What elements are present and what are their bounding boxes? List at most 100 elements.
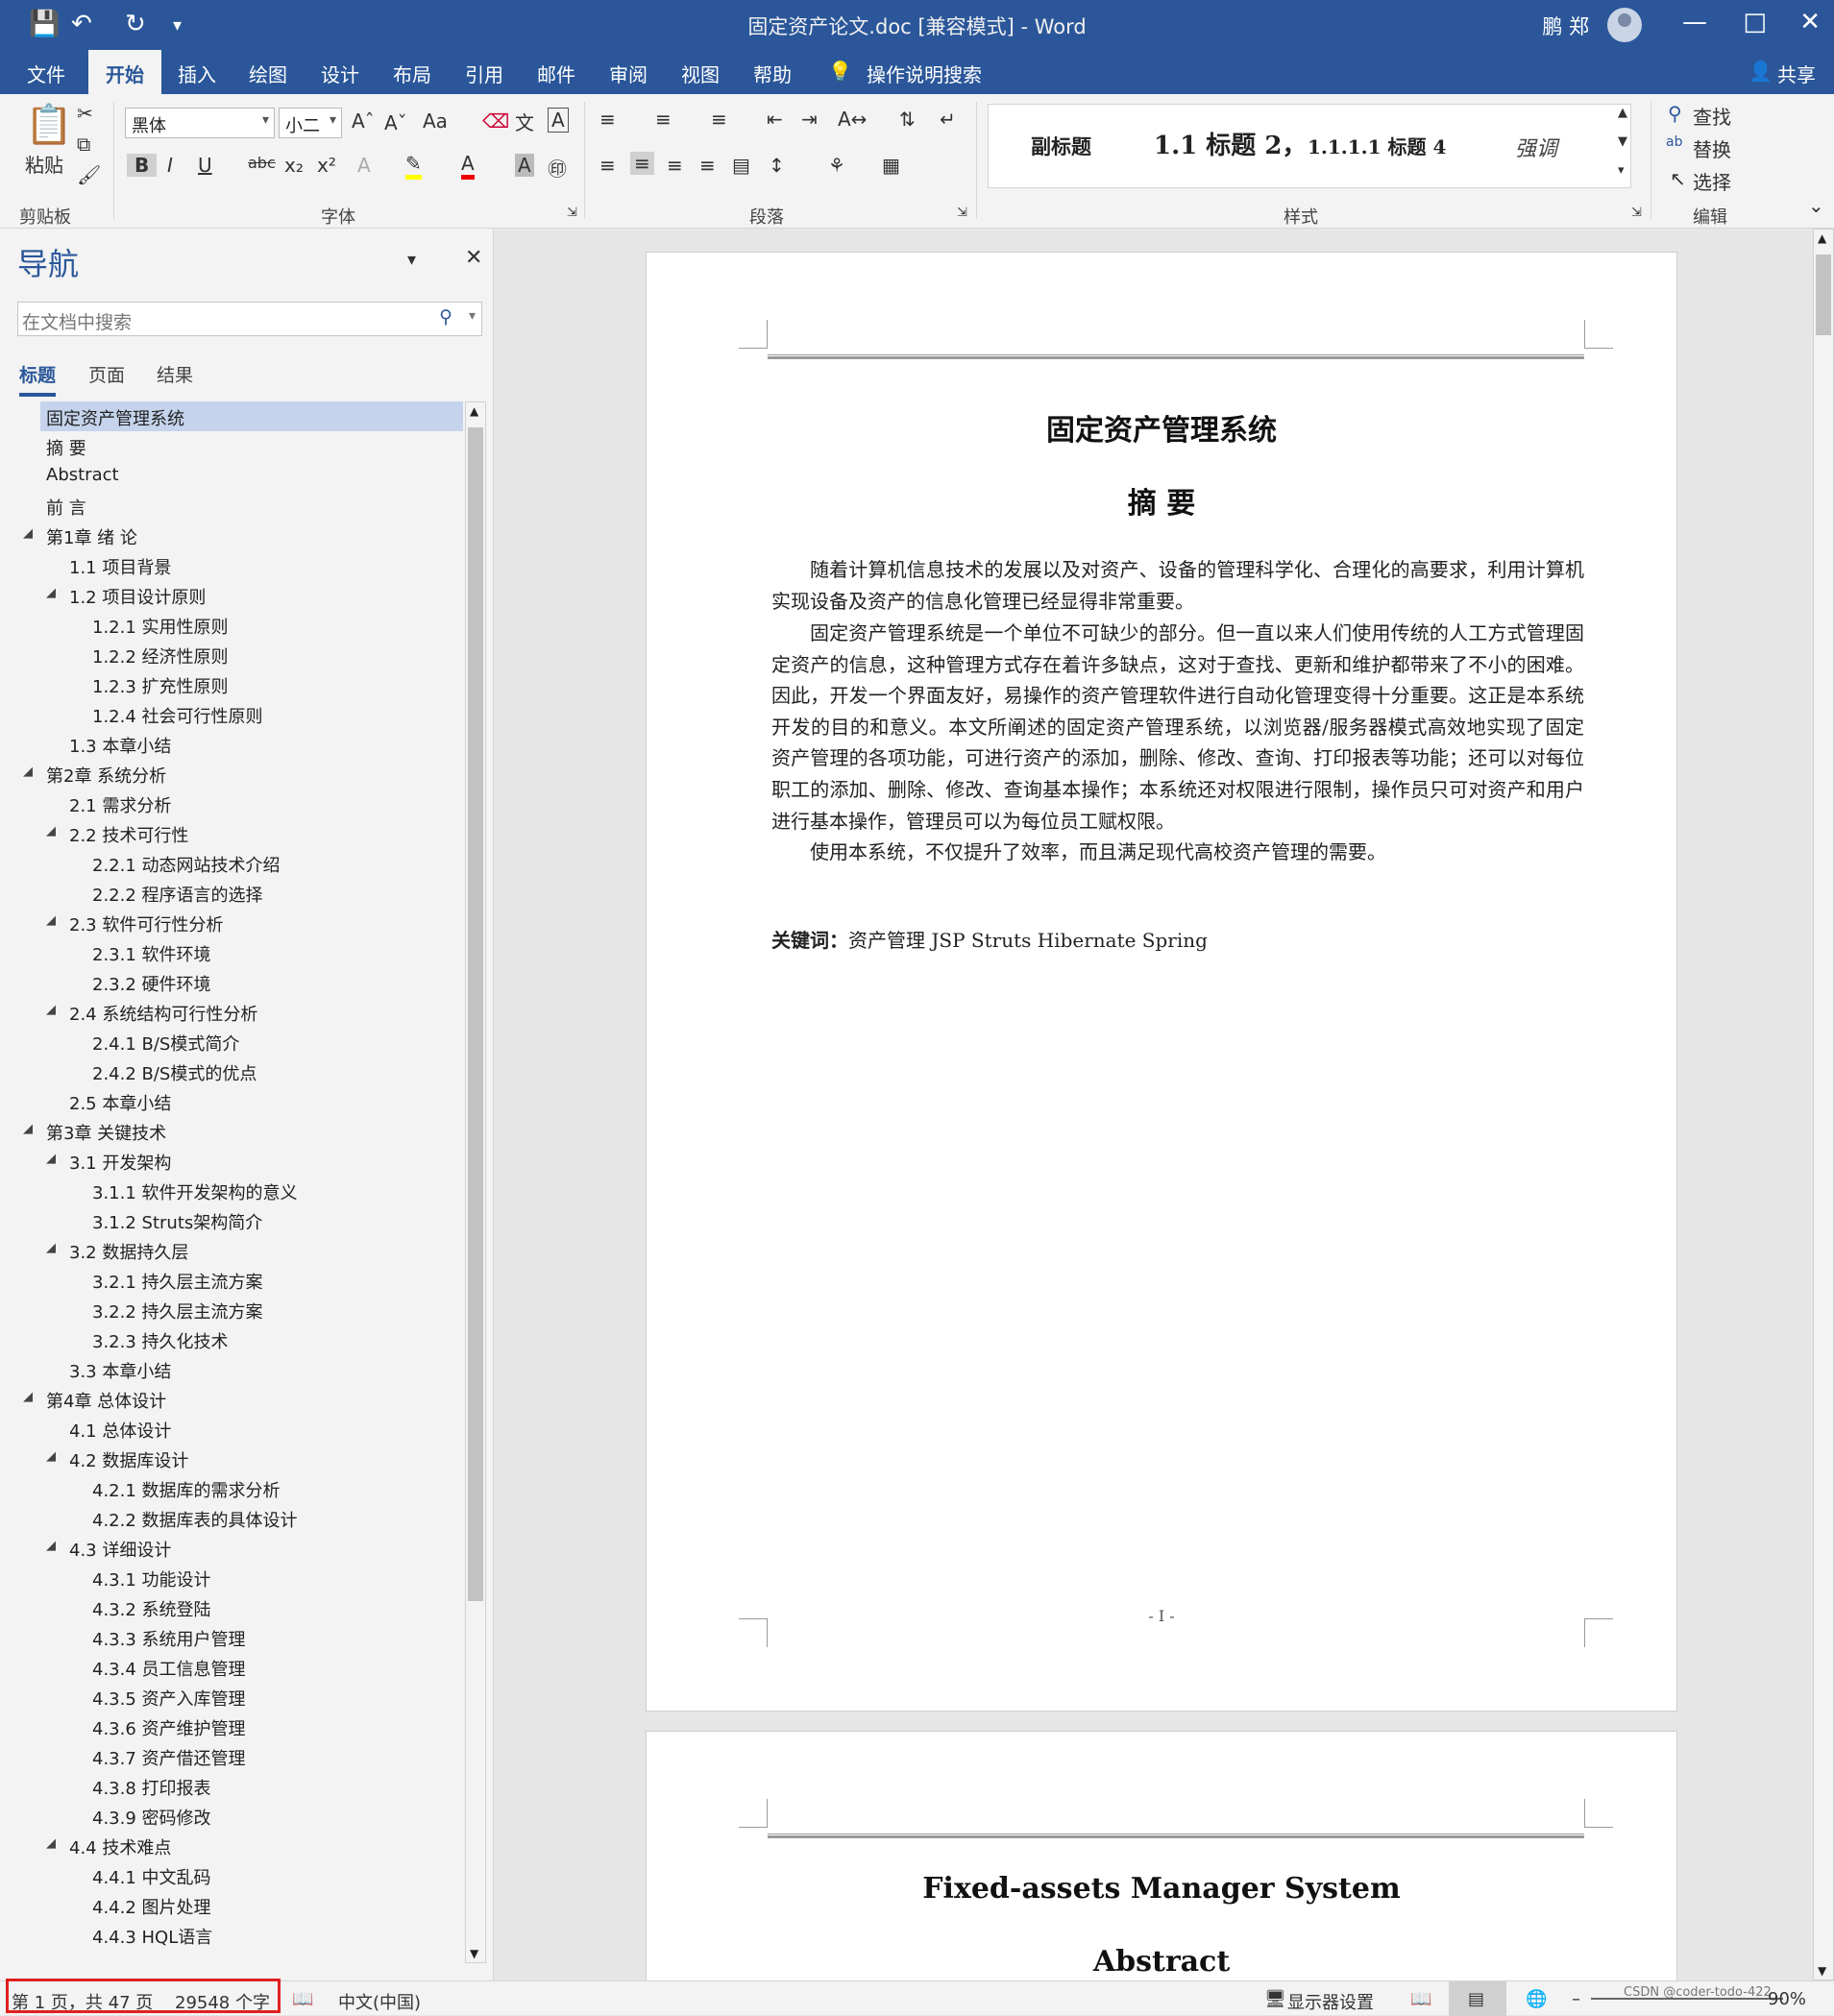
chinese-layout-icon[interactable]: A↔ <box>838 108 867 131</box>
shading-icon[interactable]: ⚘ <box>828 154 845 177</box>
text-effects-icon[interactable]: A <box>357 154 371 177</box>
nav-heading-item[interactable]: 3.3 本章小结 <box>0 1354 465 1384</box>
collapse-triangle-icon[interactable]: ◢ <box>46 1539 56 1553</box>
tab-draw[interactable]: 绘图 <box>249 60 287 87</box>
scroll-up-icon[interactable]: ▲ <box>470 404 478 418</box>
page-2[interactable]: Fixed-assets Manager System Abstract <box>646 1731 1677 1980</box>
cut-icon[interactable]: ✂ <box>77 102 93 125</box>
nav-heading-item[interactable]: 2.5 本章小结 <box>0 1086 465 1116</box>
grow-font-icon[interactable]: Aˆ <box>352 109 375 133</box>
show-marks-icon[interactable]: ↵ <box>940 108 956 131</box>
align-right-icon[interactable]: ≡ <box>667 154 683 177</box>
numbering-icon[interactable]: ≡ <box>655 108 672 131</box>
enclose-characters-icon[interactable]: ㊞ <box>548 154 567 182</box>
collapse-triangle-icon[interactable]: ◢ <box>46 1449 56 1464</box>
tab-design[interactable]: 设计 <box>321 60 359 87</box>
paste-button[interactable]: 粘贴 <box>25 150 63 178</box>
styles-dialog-launcher-icon[interactable]: ⇲ <box>1631 206 1642 220</box>
select-button[interactable]: 选择 <box>1693 167 1731 195</box>
collapse-triangle-icon[interactable]: ◢ <box>46 824 56 838</box>
borders-icon[interactable]: ▦ <box>882 154 900 177</box>
chevron-down-icon[interactable]: ▾ <box>469 308 476 324</box>
nav-heading-item[interactable]: 4.3.5 资产入库管理 <box>0 1682 465 1712</box>
scroll-down-icon[interactable]: ▼ <box>1818 1964 1826 1978</box>
distributed-icon[interactable]: ▤ <box>732 154 750 177</box>
tab-insert[interactable]: 插入 <box>178 60 216 87</box>
clear-format-icon[interactable]: ⌫ <box>482 109 509 133</box>
nav-heading-item[interactable]: 3.1.2 Struts架构简介 <box>0 1205 465 1235</box>
paragraph-dialog-launcher-icon[interactable]: ⇲ <box>957 206 967 220</box>
tab-home[interactable]: 开始 <box>88 50 161 94</box>
font-name-combo[interactable]: 黑体 ▾ <box>125 108 275 138</box>
maximize-icon[interactable]: □ <box>1743 8 1767 36</box>
nav-scroll-thumb[interactable] <box>468 427 483 1601</box>
font-dialog-launcher-icon[interactable]: ⇲ <box>567 206 577 220</box>
read-mode-icon[interactable]: 📖 <box>1410 1989 1431 2009</box>
nav-heading-item[interactable]: 4.3.1 功能设计 <box>0 1563 465 1592</box>
tab-references[interactable]: 引用 <box>465 60 503 87</box>
nav-heading-item[interactable]: 4.3.6 资产维护管理 <box>0 1712 465 1741</box>
shrink-font-icon[interactable]: Aˇ <box>384 111 407 134</box>
language-indicator[interactable]: 中文(中国) <box>338 1989 421 2014</box>
strikethrough-icon[interactable]: abc <box>248 154 276 172</box>
decrease-indent-icon[interactable]: ⇤ <box>767 108 783 131</box>
superscript-icon[interactable]: x² <box>317 154 336 177</box>
nav-heading-item[interactable]: ◢ 4.2 数据库设计 <box>0 1444 465 1473</box>
page-1[interactable]: 固定资产管理系统 摘 要 随着计算机信息技术的发展以及对资产、设备的管理科学化、… <box>646 252 1677 1712</box>
nav-scrollbar[interactable]: ▲ ▼ <box>465 401 486 1963</box>
avatar[interactable] <box>1607 8 1642 42</box>
nav-heading-item[interactable]: ◢ 第4章 总体设计 <box>0 1384 465 1414</box>
nav-heading-item[interactable]: ◢ 2.3 软件可行性分析 <box>0 908 465 937</box>
search-icon[interactable]: ⚲ <box>1668 102 1682 125</box>
line-spacing-icon[interactable]: ↕ <box>769 154 785 177</box>
display-settings-icon[interactable]: 🖥 <box>1264 1989 1286 2009</box>
change-case-icon[interactable]: Aa <box>423 109 448 133</box>
tab-view[interactable]: 视图 <box>681 60 720 87</box>
collapse-triangle-icon[interactable]: ◢ <box>23 765 33 779</box>
align-left-icon[interactable]: ≡ <box>599 154 616 177</box>
underline-icon[interactable]: U <box>198 154 212 177</box>
nav-heading-item[interactable]: 2.2.2 程序语言的选择 <box>0 878 465 908</box>
nav-search-input[interactable]: 在文档中搜索 ⚲ ▾ <box>17 302 482 336</box>
display-settings-button[interactable]: 显示器设置 <box>1287 1989 1374 2014</box>
share-icon[interactable]: 👤 <box>1748 60 1773 83</box>
nav-heading-item[interactable]: 4.4.1 中文乱码 <box>0 1860 465 1890</box>
zoom-level[interactable]: 90% <box>1768 1989 1806 2009</box>
collapse-triangle-icon[interactable]: ◢ <box>23 526 33 541</box>
increase-indent-icon[interactable]: ⇥ <box>801 108 818 131</box>
nav-heading-item[interactable]: 4.4.3 HQL语言 <box>0 1920 465 1950</box>
nav-heading-item[interactable]: ◢ 4.3 详细设计 <box>0 1533 465 1563</box>
scroll-down-icon[interactable]: ▼ <box>470 1947 478 1960</box>
nav-heading-item[interactable]: 2.4.2 B/S模式的优点 <box>0 1057 465 1086</box>
lightbulb-icon[interactable]: 💡 <box>828 60 852 83</box>
styles-more-icon[interactable]: ▾ <box>1618 163 1625 178</box>
nav-heading-item[interactable]: 2.1 需求分析 <box>0 789 465 818</box>
nav-heading-item[interactable]: 4.2.2 数据库表的具体设计 <box>0 1503 465 1533</box>
select-icon[interactable]: ↖ <box>1670 167 1686 190</box>
collapse-triangle-icon[interactable]: ◢ <box>23 1122 33 1136</box>
nav-heading-item[interactable]: 3.2.2 持久层主流方案 <box>0 1295 465 1324</box>
collapse-triangle-icon[interactable]: ◢ <box>46 586 56 600</box>
style-heading-4[interactable]: 1.1.1.1 标题 4 <box>1308 132 1446 159</box>
scroll-up-icon[interactable]: ▲ <box>1818 231 1826 245</box>
style-emphasis[interactable]: 强调 <box>1515 132 1557 162</box>
nav-heading-item[interactable]: 4.3.2 系统登陆 <box>0 1592 465 1622</box>
paste-icon[interactable]: 📋 <box>25 102 73 147</box>
italic-icon[interactable]: I <box>167 154 173 177</box>
nav-tab-headings[interactable]: 标题 <box>19 361 57 397</box>
align-center-icon[interactable]: ≡ <box>630 152 654 175</box>
tab-file[interactable]: 文件 <box>27 60 65 87</box>
user-name[interactable]: 鹏 郑 <box>1542 12 1589 40</box>
nav-heading-item[interactable]: 1.3 本章小结 <box>0 729 465 759</box>
document-scrollbar[interactable]: ▲ ▼ <box>1813 229 1834 1980</box>
nav-heading-item[interactable]: ◢ 1.2 项目设计原则 <box>0 580 465 610</box>
nav-heading-item[interactable]: ◢ 3.1 开发架构 <box>0 1146 465 1176</box>
nav-heading-item[interactable]: 4.4.2 图片处理 <box>0 1890 465 1920</box>
nav-tab-results[interactable]: 结果 <box>157 361 193 387</box>
nav-heading-item[interactable]: 1.2.2 经济性原则 <box>0 640 465 669</box>
search-icon[interactable]: ⚲ <box>439 306 452 328</box>
nav-heading-item[interactable]: 4.3.9 密码修改 <box>0 1801 465 1831</box>
nav-heading-item[interactable]: 4.3.3 系统用户管理 <box>0 1622 465 1652</box>
tab-layout[interactable]: 布局 <box>393 60 431 87</box>
character-shading-icon[interactable]: A <box>515 154 534 177</box>
